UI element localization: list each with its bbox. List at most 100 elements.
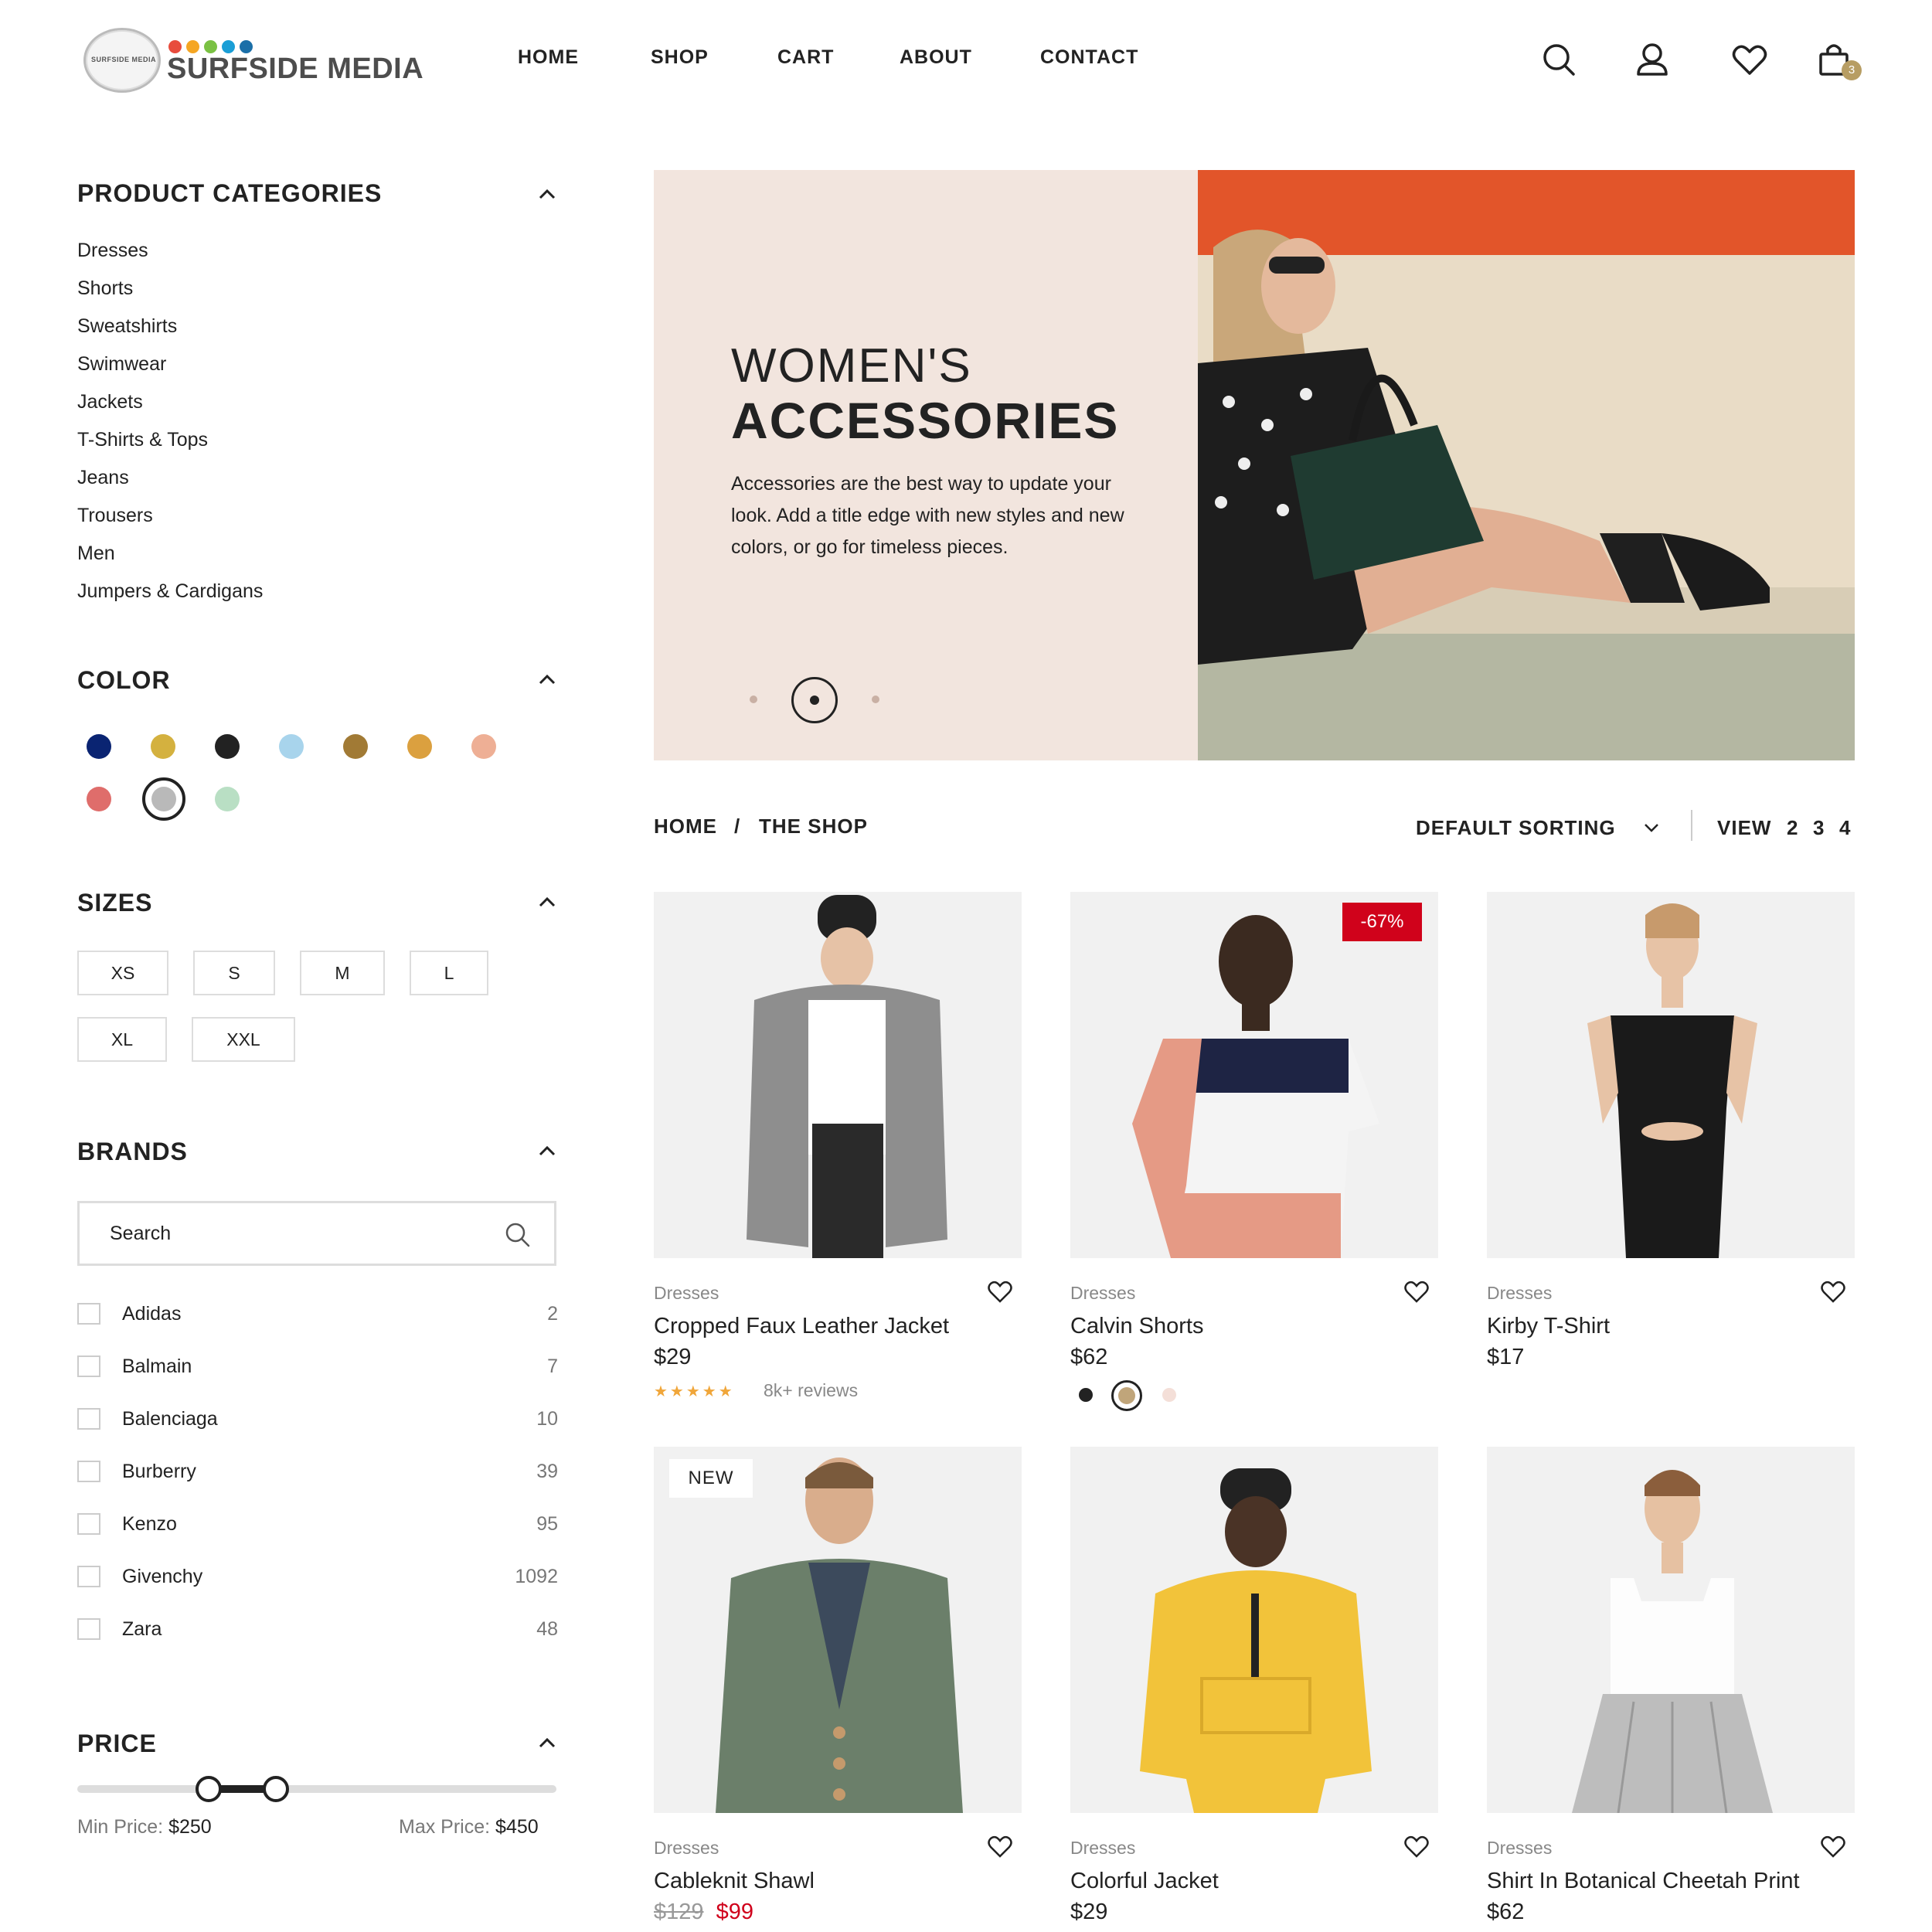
nav-cart[interactable]: CART bbox=[777, 46, 834, 69]
logo-dots bbox=[168, 40, 253, 53]
size-option[interactable]: M bbox=[300, 951, 385, 995]
chevron-up-icon[interactable] bbox=[533, 1730, 561, 1757]
nav-contact[interactable]: CONTACT bbox=[1040, 46, 1138, 69]
product-name[interactable]: Cableknit Shawl bbox=[654, 1869, 815, 1894]
search-icon[interactable] bbox=[1538, 39, 1581, 82]
size-option[interactable]: XXL bbox=[192, 1017, 295, 1062]
color-swatch[interactable] bbox=[215, 787, 240, 811]
nav-home[interactable]: HOME bbox=[518, 46, 579, 69]
category-link[interactable]: Shorts bbox=[77, 277, 133, 300]
nav-shop[interactable]: SHOP bbox=[651, 46, 709, 69]
view-option-4[interactable]: 4 bbox=[1839, 816, 1851, 840]
product-category[interactable]: Dresses bbox=[1487, 1838, 1552, 1859]
category-link[interactable]: Trousers bbox=[77, 505, 153, 527]
nav-about[interactable]: ABOUT bbox=[900, 46, 972, 69]
product-color-swatch[interactable] bbox=[1079, 1388, 1093, 1402]
color-swatch[interactable] bbox=[87, 787, 111, 811]
category-link[interactable]: Swimwear bbox=[77, 353, 166, 376]
slider-dot[interactable] bbox=[872, 696, 879, 703]
product-category[interactable]: Dresses bbox=[654, 1283, 719, 1304]
wishlist-heart-icon[interactable] bbox=[1728, 39, 1771, 82]
product-image[interactable] bbox=[1487, 892, 1855, 1258]
brand-name[interactable]: Kenzo bbox=[122, 1513, 177, 1536]
brand-name[interactable]: Givenchy bbox=[122, 1566, 202, 1588]
brand-checkbox[interactable] bbox=[77, 1303, 100, 1325]
brand-checkbox[interactable] bbox=[77, 1513, 100, 1535]
chevron-up-icon[interactable] bbox=[533, 889, 561, 917]
brand-checkbox[interactable] bbox=[77, 1566, 100, 1587]
brand-checkbox[interactable] bbox=[77, 1408, 100, 1430]
user-icon[interactable] bbox=[1631, 39, 1674, 82]
sort-select[interactable]: DEFAULT SORTING bbox=[1416, 816, 1616, 840]
min-price-value: $250 bbox=[168, 1816, 212, 1838]
brand-checkbox[interactable] bbox=[77, 1461, 100, 1482]
product-price: $62 bbox=[1070, 1345, 1108, 1369]
wishlist-heart-icon[interactable] bbox=[1403, 1278, 1430, 1306]
chevron-up-icon[interactable] bbox=[533, 1138, 561, 1165]
category-link[interactable]: Jackets bbox=[77, 391, 143, 413]
brand-name[interactable]: Balenciaga bbox=[122, 1408, 218, 1430]
category-link[interactable]: T-Shirts & Tops bbox=[77, 429, 208, 451]
slider-dot[interactable] bbox=[750, 696, 757, 703]
breadcrumb-home[interactable]: HOME bbox=[654, 815, 717, 838]
product-name[interactable]: Shirt In Botanical Cheetah Print bbox=[1487, 1869, 1800, 1894]
product-category[interactable]: Dresses bbox=[1070, 1838, 1135, 1859]
wishlist-heart-icon[interactable] bbox=[1819, 1278, 1847, 1306]
category-link[interactable]: Men bbox=[77, 543, 115, 565]
chevron-up-icon[interactable] bbox=[533, 181, 561, 209]
price-slider-track[interactable] bbox=[77, 1785, 556, 1793]
brand-name[interactable]: Zara bbox=[122, 1618, 162, 1641]
category-link[interactable]: Sweatshirts bbox=[77, 315, 177, 338]
product-image[interactable] bbox=[1070, 1447, 1438, 1813]
brand-checkbox[interactable] bbox=[77, 1355, 100, 1377]
view-option-3[interactable]: 3 bbox=[1813, 816, 1825, 840]
product-color-swatch[interactable] bbox=[1162, 1388, 1176, 1402]
product-image[interactable] bbox=[654, 1447, 1022, 1813]
color-swatch[interactable] bbox=[151, 734, 175, 759]
color-swatch[interactable] bbox=[343, 734, 368, 759]
product-category[interactable]: Dresses bbox=[1487, 1283, 1552, 1304]
category-link[interactable]: Dresses bbox=[77, 240, 148, 262]
review-count[interactable]: 8k+ reviews bbox=[764, 1380, 858, 1401]
brand-name[interactable]: Balmain bbox=[122, 1355, 192, 1378]
size-option[interactable]: XS bbox=[77, 951, 168, 995]
size-option[interactable]: XL bbox=[77, 1017, 167, 1062]
product-image[interactable] bbox=[1487, 1447, 1855, 1813]
product-image[interactable] bbox=[1070, 892, 1438, 1258]
wishlist-heart-icon[interactable] bbox=[986, 1278, 1014, 1306]
wishlist-heart-icon[interactable] bbox=[1403, 1833, 1430, 1861]
search-icon[interactable] bbox=[502, 1219, 533, 1250]
logo-dot bbox=[204, 40, 217, 53]
product-image[interactable] bbox=[654, 892, 1022, 1258]
hero-title-line1: WOMEN'S bbox=[731, 339, 972, 393]
color-swatch[interactable] bbox=[215, 734, 240, 759]
logo-text[interactable]: SURFSIDE MEDIA bbox=[167, 53, 423, 86]
chevron-up-icon[interactable] bbox=[533, 666, 561, 694]
product-name[interactable]: Colorful Jacket bbox=[1070, 1869, 1219, 1894]
view-option-2[interactable]: 2 bbox=[1787, 816, 1798, 840]
color-swatch[interactable] bbox=[151, 787, 176, 811]
price-max-handle[interactable] bbox=[263, 1776, 289, 1802]
color-swatch[interactable] bbox=[87, 734, 111, 759]
chevron-down-icon[interactable] bbox=[1640, 816, 1663, 839]
max-price-label: Max Price: $450 bbox=[399, 1816, 539, 1838]
product-category[interactable]: Dresses bbox=[1070, 1283, 1135, 1304]
price-min-handle[interactable] bbox=[196, 1776, 222, 1802]
product-name[interactable]: Cropped Faux Leather Jacket bbox=[654, 1314, 949, 1339]
wishlist-heart-icon[interactable] bbox=[1819, 1833, 1847, 1861]
size-option[interactable]: L bbox=[410, 951, 488, 995]
product-color-swatch[interactable] bbox=[1118, 1387, 1135, 1404]
product-name[interactable]: Kirby T-Shirt bbox=[1487, 1314, 1610, 1339]
product-category[interactable]: Dresses bbox=[654, 1838, 719, 1859]
brand-name[interactable]: Burberry bbox=[122, 1461, 196, 1483]
color-swatch[interactable] bbox=[471, 734, 496, 759]
category-link[interactable]: Jeans bbox=[77, 467, 129, 489]
brand-checkbox[interactable] bbox=[77, 1618, 100, 1640]
color-swatch[interactable] bbox=[407, 734, 432, 759]
product-name[interactable]: Calvin Shorts bbox=[1070, 1314, 1203, 1339]
wishlist-heart-icon[interactable] bbox=[986, 1833, 1014, 1861]
color-swatch[interactable] bbox=[279, 734, 304, 759]
brand-name[interactable]: Adidas bbox=[122, 1303, 181, 1325]
size-option[interactable]: S bbox=[193, 951, 275, 995]
category-link[interactable]: Jumpers & Cardigans bbox=[77, 580, 263, 603]
